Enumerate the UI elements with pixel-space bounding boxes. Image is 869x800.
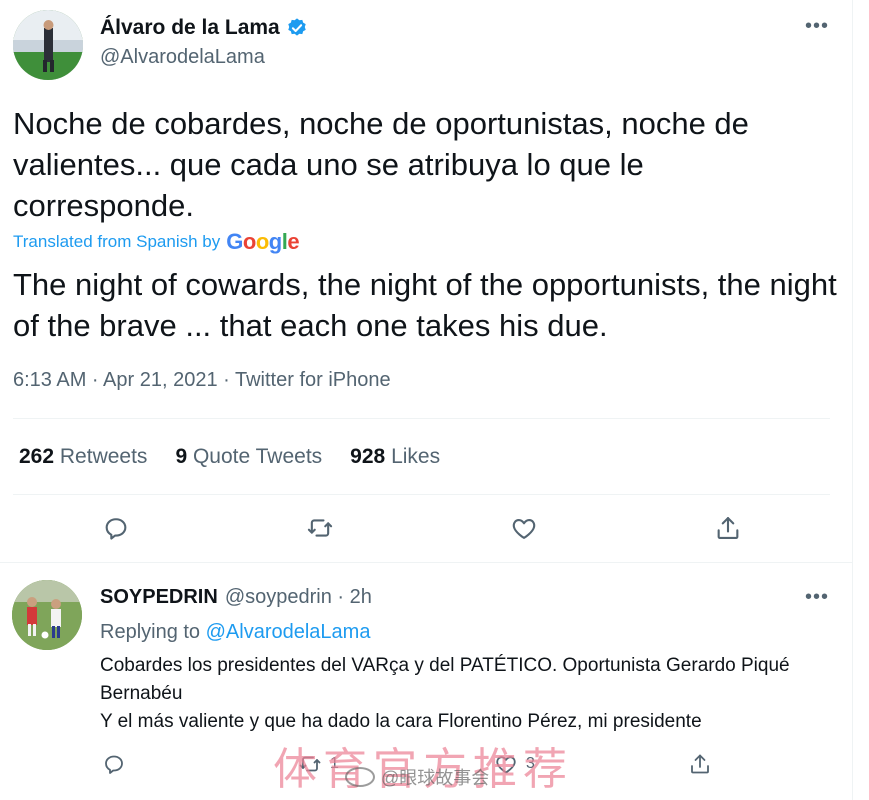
more-icon[interactable]: ••• xyxy=(802,582,832,612)
retweets-label: Retweets xyxy=(59,445,148,468)
translated-text: The night of cowards, the night of the o… xyxy=(13,267,837,343)
retweets-stat[interactable]: 262 Retweets xyxy=(19,445,147,469)
quotes-label: Quote Tweets xyxy=(192,445,323,468)
translated-label: Translated from Spanish by xyxy=(13,232,221,251)
reply-author-avatar[interactable] xyxy=(12,580,82,650)
retweets-count: 262 xyxy=(19,445,55,468)
google-logo: Google xyxy=(226,229,300,254)
likes-count: 928 xyxy=(350,445,386,468)
reply-reply-button[interactable] xyxy=(102,752,126,776)
more-icon[interactable]: ••• xyxy=(802,11,832,41)
reply-author-name[interactable]: SOYPEDRIN xyxy=(100,586,218,609)
like-icon[interactable] xyxy=(506,510,542,546)
divider xyxy=(13,418,830,419)
reply-text-line: Y el más valiente y que ha dado la cara … xyxy=(100,711,702,732)
reply-header: SOYPEDRIN @soypedrin · 2h xyxy=(100,586,372,609)
author-handle[interactable]: @AlvarodelaLama xyxy=(100,46,265,69)
quotes-stat[interactable]: 9 Quote Tweets xyxy=(175,445,322,469)
tweet-column: Álvaro de la Lama @AlvarodelaLama ••• No… xyxy=(0,0,853,800)
divider xyxy=(13,494,830,495)
reply-icon xyxy=(105,755,123,774)
main-tweet: Álvaro de la Lama @AlvarodelaLama ••• No… xyxy=(0,0,853,562)
reply-like-count: 3 xyxy=(526,755,535,772)
reply-icon[interactable] xyxy=(98,510,134,546)
separator xyxy=(0,562,853,563)
share-icon[interactable] xyxy=(710,510,746,546)
replying-to: Replying to @AlvarodelaLama xyxy=(100,621,370,644)
reply-retweet-count: 1 xyxy=(330,755,339,772)
reply-author-handle[interactable]: @soypedrin · 2h xyxy=(225,586,372,609)
scrollbar-gutter xyxy=(853,0,869,800)
reply-share-button[interactable] xyxy=(688,752,712,776)
reply-like-button[interactable]: 3 xyxy=(494,752,535,776)
reply-retweet-button[interactable]: 1 xyxy=(298,752,339,776)
quotes-count: 9 xyxy=(175,445,188,468)
likes-label: Likes xyxy=(391,445,441,468)
replying-mention-link[interactable]: @AlvarodelaLama xyxy=(206,621,371,643)
retweet-icon[interactable] xyxy=(302,510,338,546)
likes-stat[interactable]: 928 Likes xyxy=(350,445,440,469)
like-icon xyxy=(496,756,516,774)
replying-prefix: Replying to xyxy=(100,621,201,643)
tweet-text: Noche de cobardes, noche de oportunistas… xyxy=(13,106,749,223)
author-avatar[interactable] xyxy=(13,10,83,80)
verified-badge-icon xyxy=(288,18,306,36)
engagement-stats: 262 Retweets 9 Quote Tweets 928 Likes xyxy=(19,445,468,469)
share-icon xyxy=(691,754,709,774)
reply-text: Cobardes los presidentes del VARça y del… xyxy=(100,652,820,736)
reply-text-line: Cobardes los presidentes del VARça y del… xyxy=(100,655,790,704)
retweet-icon xyxy=(299,756,321,772)
translation-attribution[interactable]: Translated from Spanish by Google xyxy=(13,229,300,255)
author-name[interactable]: Álvaro de la Lama xyxy=(100,16,280,40)
tweet-timestamp[interactable]: 6:13 AM · Apr 21, 2021 · Twitter for iPh… xyxy=(13,369,391,392)
